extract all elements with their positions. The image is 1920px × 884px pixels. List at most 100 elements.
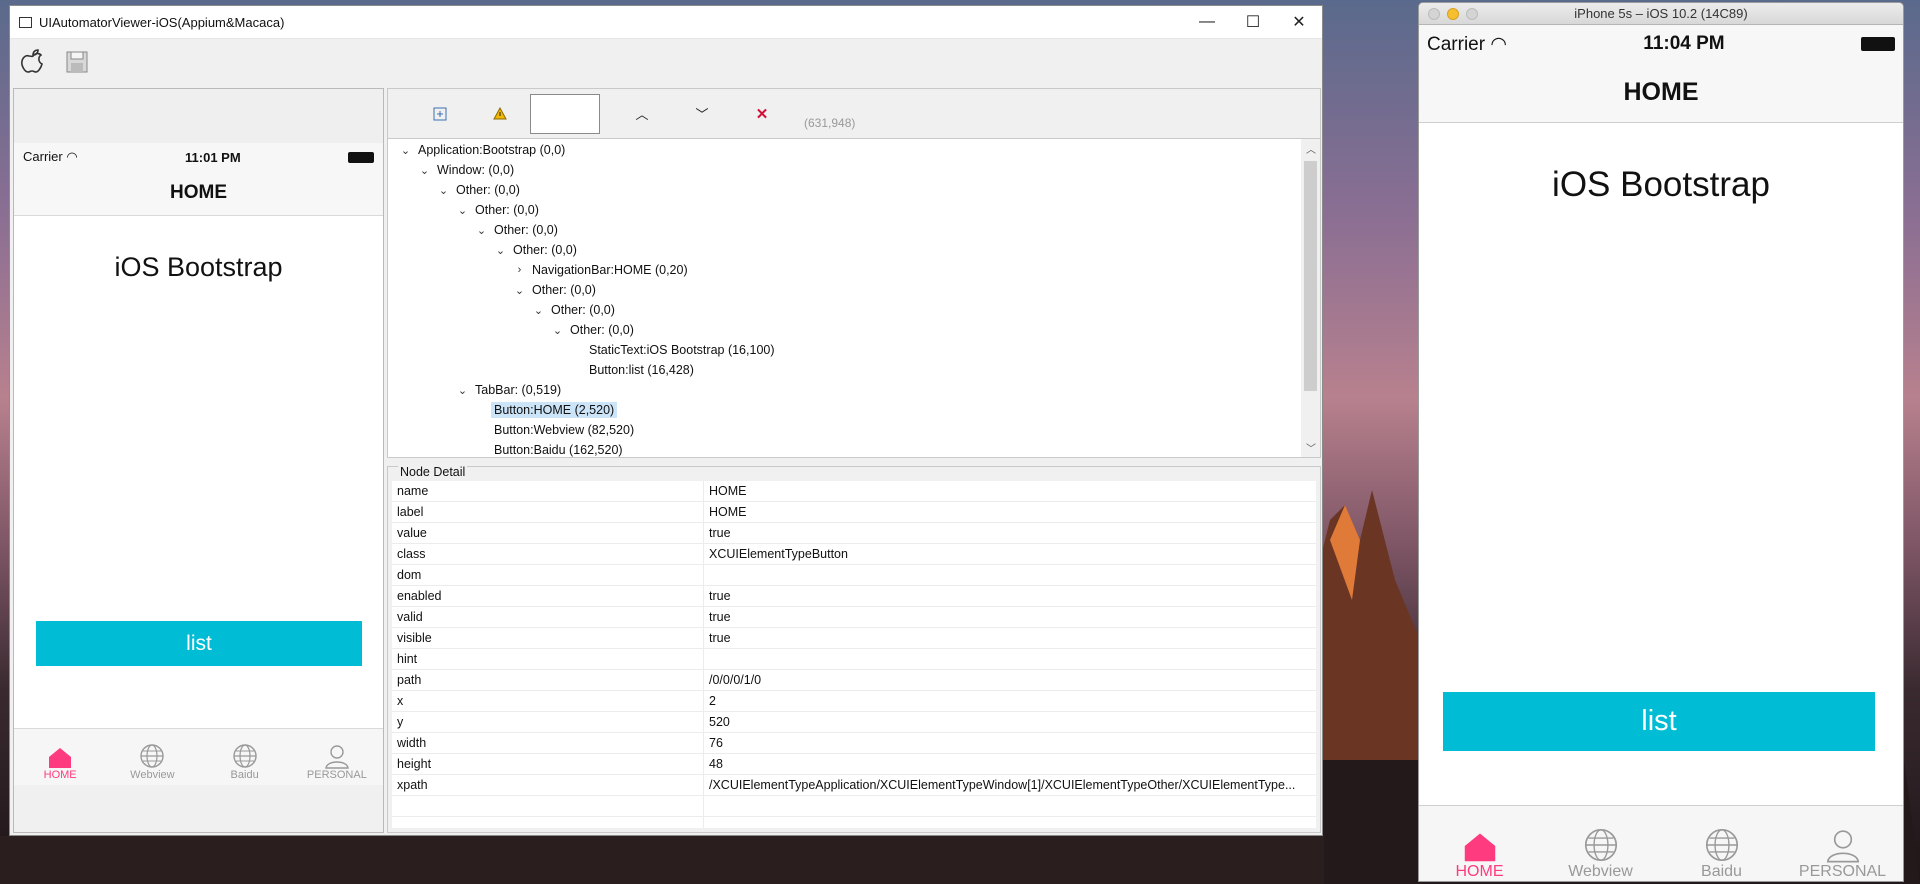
detail-value[interactable]: true bbox=[704, 607, 1316, 627]
tree-node[interactable]: StaticText:iOS Bootstrap (16,100) bbox=[388, 340, 1320, 360]
detail-row[interactable]: class XCUIElementTypeButton bbox=[392, 544, 1316, 565]
detail-row[interactable]: y 520 bbox=[392, 712, 1316, 733]
expand-caret-icon[interactable]: ⌄ bbox=[548, 324, 567, 337]
tree-node-label[interactable]: Button:HOME (2,520) bbox=[491, 402, 618, 418]
tree-node-label[interactable]: TabBar: (0,519) bbox=[472, 382, 564, 398]
sim-list-button[interactable]: list bbox=[1443, 692, 1875, 751]
detail-row[interactable]: x2 bbox=[392, 691, 1316, 712]
detail-row[interactable]: value true bbox=[392, 523, 1316, 544]
tree-node[interactable]: ⌄ TabBar: (0,519) bbox=[388, 380, 1320, 400]
detail-row[interactable]: name HOME bbox=[392, 481, 1316, 502]
device-tab-baidu[interactable]: Baidu bbox=[199, 729, 291, 785]
detail-value[interactable]: 76 bbox=[704, 733, 1316, 753]
sim-tab-home[interactable]: HOME bbox=[1419, 806, 1540, 881]
scrollbar-thumb[interactable] bbox=[1304, 161, 1317, 391]
chevron-down-icon[interactable]: ﹀ bbox=[672, 104, 732, 123]
detail-value[interactable]: HOME bbox=[704, 481, 1316, 501]
tree-node-label[interactable]: Window: (0,0) bbox=[434, 162, 517, 178]
detail-value[interactable]: 48 bbox=[704, 754, 1316, 774]
detail-value[interactable]: /0/0/0/1/0 bbox=[704, 670, 1316, 690]
tree-node-label[interactable]: Other: (0,0) bbox=[453, 182, 523, 198]
tree-node[interactable]: ⌄ Other: (0,0) bbox=[388, 200, 1320, 220]
detail-value[interactable]: HOME bbox=[704, 502, 1316, 522]
tree-node-label[interactable]: StaticText:iOS Bootstrap (16,100) bbox=[586, 342, 778, 358]
expand-caret-icon[interactable]: ⌄ bbox=[472, 224, 491, 237]
tree-node-label[interactable]: Other: (0,0) bbox=[548, 302, 618, 318]
tree-node-label[interactable]: Other: (0,0) bbox=[491, 222, 561, 238]
scroll-up-arrow[interactable]: ︿ bbox=[1306, 141, 1316, 156]
minimize-button[interactable]: — bbox=[1184, 6, 1230, 39]
close-button[interactable]: ✕ bbox=[1276, 6, 1322, 39]
device-tab-home[interactable]: HOME bbox=[14, 729, 106, 785]
sim-tab-baidu[interactable]: Baidu bbox=[1661, 806, 1782, 881]
tree-node[interactable]: ⌄ Other: (0,0) bbox=[388, 220, 1320, 240]
tree-node-label[interactable]: Button:Webview (82,520) bbox=[491, 422, 637, 438]
tree-node-label[interactable]: Other: (0,0) bbox=[529, 282, 599, 298]
tree-node-label[interactable]: Application:Bootstrap (0,0) bbox=[415, 142, 568, 158]
detail-row[interactable]: enabled true bbox=[392, 586, 1316, 607]
detail-row[interactable]: label HOME bbox=[392, 502, 1316, 523]
tree-node[interactable]: Button:Baidu (162,520) bbox=[388, 440, 1320, 457]
detail-row[interactable]: height 48 bbox=[392, 754, 1316, 775]
detail-row[interactable]: dom bbox=[392, 565, 1316, 586]
detail-row[interactable]: xpath/XCUIElementTypeApplication/XCUIEle… bbox=[392, 775, 1316, 796]
device-nav-title[interactable]: HOME bbox=[14, 171, 383, 216]
detail-value[interactable]: true bbox=[704, 586, 1316, 606]
device-heading[interactable]: iOS Bootstrap bbox=[14, 252, 383, 283]
tree-node[interactable]: Button:HOME (2,520) bbox=[388, 400, 1320, 420]
expand-caret-icon[interactable]: ⌄ bbox=[434, 184, 453, 197]
expand-caret-icon[interactable]: ⌄ bbox=[453, 204, 472, 217]
tree-scrollbar[interactable]: ︿ ﹀ bbox=[1301, 139, 1320, 457]
tree-node[interactable]: ⌄ Other: (0,0) bbox=[388, 180, 1320, 200]
tree-node[interactable]: ⌄ Other: (0,0) bbox=[388, 300, 1320, 320]
detail-value[interactable]: true bbox=[704, 523, 1316, 543]
search-input[interactable] bbox=[530, 93, 600, 134]
maximize-button[interactable]: ☐ bbox=[1230, 6, 1276, 39]
detail-value[interactable]: 2 bbox=[704, 691, 1316, 711]
detail-value[interactable]: true bbox=[704, 628, 1316, 648]
sim-nav-title[interactable]: HOME bbox=[1419, 63, 1903, 123]
device-list-button[interactable]: list bbox=[36, 621, 362, 666]
save-icon[interactable] bbox=[62, 47, 92, 77]
sim-tab-personal[interactable]: PERSONAL bbox=[1782, 806, 1903, 881]
tree-node-label[interactable]: Other: (0,0) bbox=[567, 322, 637, 338]
detail-value[interactable]: XCUIElementTypeButton bbox=[704, 544, 1316, 564]
sim-heading[interactable]: iOS Bootstrap bbox=[1419, 165, 1903, 205]
detail-row[interactable]: path/0/0/0/1/0 bbox=[392, 670, 1316, 691]
apple-icon[interactable] bbox=[18, 47, 48, 77]
expand-caret-icon[interactable]: ⌄ bbox=[491, 244, 510, 257]
tree-node-label[interactable]: NavigationBar:HOME (0,20) bbox=[529, 262, 691, 278]
close-icon[interactable]: ✕ bbox=[732, 105, 792, 123]
device-tab-personal[interactable]: PERSONAL bbox=[291, 729, 383, 785]
tree-node-label[interactable]: Button:list (16,428) bbox=[586, 362, 697, 378]
tree-node-label[interactable]: Other: (0,0) bbox=[472, 202, 542, 218]
detail-row[interactable]: valid true bbox=[392, 607, 1316, 628]
detail-row[interactable]: visible true bbox=[392, 628, 1316, 649]
expand-icon[interactable] bbox=[410, 107, 470, 121]
sim-tab-webview[interactable]: Webview bbox=[1540, 806, 1661, 881]
tree-node[interactable]: ⌄ Other: (0,0) bbox=[388, 320, 1320, 340]
tree-node[interactable]: Button:Webview (82,520) bbox=[388, 420, 1320, 440]
detail-row[interactable]: width 76 bbox=[392, 733, 1316, 754]
tree-node[interactable]: ⌄ Application:Bootstrap (0,0) bbox=[388, 140, 1320, 160]
scroll-down-arrow[interactable]: ﹀ bbox=[1306, 440, 1316, 455]
tree-node-label[interactable]: Other: (0,0) bbox=[510, 242, 580, 258]
tree-node[interactable]: Button:list (16,428) bbox=[388, 360, 1320, 380]
detail-value[interactable] bbox=[704, 649, 1316, 669]
detail-row[interactable]: hint bbox=[392, 649, 1316, 670]
expand-caret-icon[interactable]: ⌄ bbox=[529, 304, 548, 317]
detail-value[interactable]: /XCUIElementTypeApplication/XCUIElementT… bbox=[704, 775, 1316, 795]
tree-node[interactable]: ⌄ Other: (0,0) bbox=[388, 240, 1320, 260]
tree-node[interactable]: ⌄ Other: (0,0) bbox=[388, 280, 1320, 300]
tree-node[interactable]: › NavigationBar:HOME (0,20) bbox=[388, 260, 1320, 280]
collapse-caret-icon[interactable]: › bbox=[510, 264, 529, 276]
device-tab-webview[interactable]: Webview bbox=[106, 729, 198, 785]
warning-icon[interactable] bbox=[470, 107, 530, 120]
expand-caret-icon[interactable]: ⌄ bbox=[453, 384, 472, 397]
expand-caret-icon[interactable]: ⌄ bbox=[415, 164, 434, 177]
tree-node-label[interactable]: Button:Baidu (162,520) bbox=[491, 442, 626, 457]
expand-caret-icon[interactable]: ⌄ bbox=[396, 144, 415, 157]
expand-caret-icon[interactable]: ⌄ bbox=[510, 284, 529, 297]
chevron-up-icon[interactable]: ︿ bbox=[612, 104, 672, 123]
detail-value[interactable]: 520 bbox=[704, 712, 1316, 732]
